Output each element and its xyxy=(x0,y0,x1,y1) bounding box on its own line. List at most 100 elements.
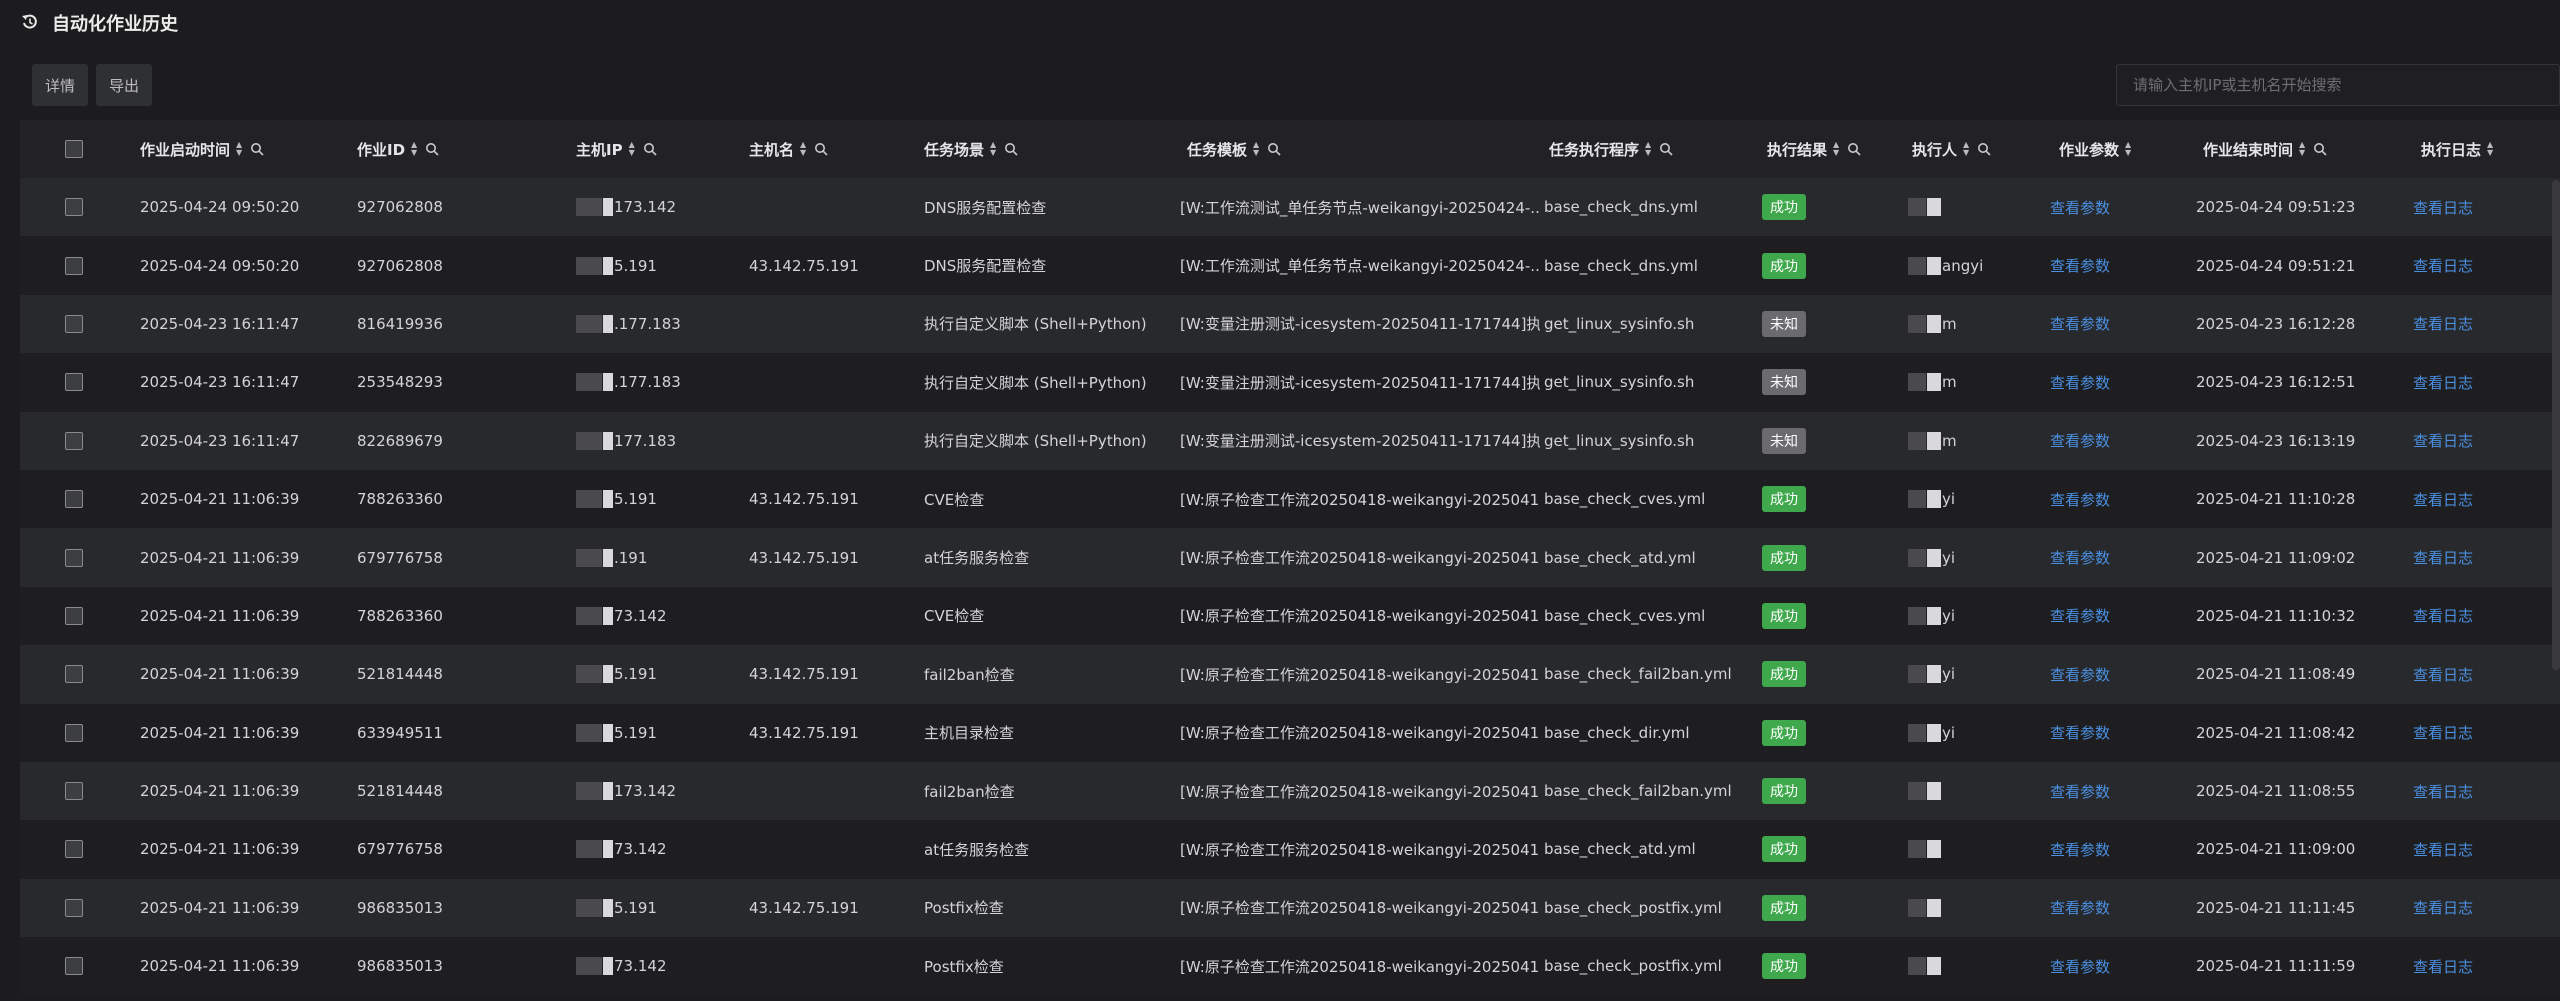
view-log-link[interactable]: 查看日志 xyxy=(2413,664,2473,685)
view-params-link[interactable]: 查看参数 xyxy=(2050,781,2110,802)
table-row[interactable]: 2025-04-24 09:50:20 927062808 5.191 43.142.… xyxy=(20,236,2560,295)
row-checkbox[interactable] xyxy=(65,373,83,392)
view-log-link[interactable]: 查看日志 xyxy=(2413,547,2473,568)
search-icon[interactable] xyxy=(1267,142,1281,156)
cell-template: [W:变量注册测试-icesystem-20250411-171744]执... xyxy=(1180,353,1540,411)
row-checkbox[interactable] xyxy=(65,782,83,801)
view-log-link[interactable]: 查看日志 xyxy=(2413,839,2473,860)
sort-icon[interactable]: ▲ ▼ xyxy=(1253,141,1259,157)
view-log-link[interactable]: 查看日志 xyxy=(2413,956,2473,977)
view-log-link[interactable]: 查看日志 xyxy=(2413,605,2473,626)
search-icon[interactable] xyxy=(425,142,439,156)
select-all-checkbox[interactable] xyxy=(65,140,83,158)
table-row[interactable]: 2025-04-21 11:06:39 679776758 .191 43.142.7… xyxy=(20,528,2560,587)
table-row[interactable]: 2025-04-21 11:06:39 986835013 5.191 43.142.… xyxy=(20,878,2560,938)
view-log-link[interactable]: 查看日志 xyxy=(2413,897,2473,918)
row-checkbox[interactable] xyxy=(65,490,83,509)
detail-button[interactable]: 详情 xyxy=(32,64,88,106)
cell-template: [W:原子检查工作流20250418-weikangyi-2025041... xyxy=(1180,645,1540,703)
cell-program: base_check_cves.yml xyxy=(1544,470,1754,528)
row-checkbox[interactable] xyxy=(65,840,83,859)
search-icon[interactable] xyxy=(2313,142,2327,156)
row-checkbox[interactable] xyxy=(65,431,83,450)
view-params-link[interactable]: 查看参数 xyxy=(2050,839,2110,860)
view-log-link[interactable]: 查看日志 xyxy=(2413,489,2473,510)
view-params-link[interactable]: 查看参数 xyxy=(2050,605,2110,626)
search-icon[interactable] xyxy=(1977,142,1991,156)
table-row[interactable]: 2025-04-21 11:06:39 986835013 73.142 Postfi… xyxy=(20,937,2560,996)
row-checkbox[interactable] xyxy=(65,665,83,684)
search-icon[interactable] xyxy=(643,142,657,156)
table-row[interactable]: 2025-04-23 16:11:47 253548293 .177.183 执行自定… xyxy=(20,353,2560,412)
row-checkbox[interactable] xyxy=(65,256,83,275)
view-log-link[interactable]: 查看日志 xyxy=(2413,781,2473,802)
header-log[interactable]: 执行日志 ▲ ▼ xyxy=(2421,120,2541,178)
export-button[interactable]: 导出 xyxy=(96,64,152,106)
sort-icon[interactable]: ▲ ▼ xyxy=(2299,141,2305,157)
sort-icon[interactable]: ▲ ▼ xyxy=(411,141,417,157)
table-row[interactable]: 2025-04-21 11:06:39 679776758 73.142 at任务服务… xyxy=(20,820,2560,879)
row-checkbox[interactable] xyxy=(65,198,83,217)
search-input[interactable] xyxy=(2116,64,2560,106)
table-row[interactable]: 2025-04-24 09:50:20 927062808 173.142 DNS服务… xyxy=(20,178,2560,237)
table-row[interactable]: 2025-04-21 11:06:39 633949511 5.191 43.142.… xyxy=(20,703,2560,762)
view-params-link[interactable]: 查看参数 xyxy=(2050,547,2110,568)
search-icon[interactable] xyxy=(814,142,828,156)
header-start-time[interactable]: 作业启动时间 ▲ ▼ xyxy=(140,120,340,178)
search-icon[interactable] xyxy=(1659,142,1673,156)
header-job-id[interactable]: 作业ID ▲ ▼ xyxy=(357,120,517,178)
sort-icon[interactable]: ▲ ▼ xyxy=(1645,141,1651,157)
table-row[interactable]: 2025-04-23 16:11:47 816419936 .177.183 执行自定… xyxy=(20,294,2560,354)
table-row[interactable]: 2025-04-21 11:06:39 788263360 73.142 CVE检查 [… xyxy=(20,586,2560,646)
row-checkbox[interactable] xyxy=(65,314,83,333)
row-checkbox[interactable] xyxy=(65,898,83,917)
history-back-icon[interactable] xyxy=(20,12,40,32)
table-row[interactable]: 2025-04-21 11:06:39 788263360 5.191 43.142.… xyxy=(20,469,2560,529)
view-log-link[interactable]: 查看日志 xyxy=(2413,722,2473,743)
header-hostname[interactable]: 主机名 ▲ ▼ xyxy=(749,120,889,178)
header-executor[interactable]: 执行人 ▲ ▼ xyxy=(1912,120,2032,178)
view-log-link[interactable]: 查看日志 xyxy=(2413,430,2473,451)
row-checkbox[interactable] xyxy=(65,957,83,976)
view-log-link[interactable]: 查看日志 xyxy=(2413,313,2473,334)
view-log-link[interactable]: 查看日志 xyxy=(2413,197,2473,218)
view-params-link[interactable]: 查看参数 xyxy=(2050,956,2110,977)
view-params-link[interactable]: 查看参数 xyxy=(2050,372,2110,393)
sort-icon[interactable]: ▲ ▼ xyxy=(1963,141,1969,157)
header-end-time[interactable]: 作业结束时间 ▲ ▼ xyxy=(2203,120,2383,178)
view-params-link[interactable]: 查看参数 xyxy=(2050,313,2110,334)
view-log-link[interactable]: 查看日志 xyxy=(2413,255,2473,276)
table-row[interactable]: 2025-04-23 16:11:47 822689679 177.183 执行自定义… xyxy=(20,411,2560,470)
view-params-link[interactable]: 查看参数 xyxy=(2050,197,2110,218)
vertical-scrollbar[interactable] xyxy=(2552,180,2560,670)
cell-scenario: CVE检查 xyxy=(924,587,1164,645)
header-template[interactable]: 任务模板 ▲ ▼ xyxy=(1187,120,1347,178)
view-params-link[interactable]: 查看参数 xyxy=(2050,664,2110,685)
sort-icon[interactable]: ▲ ▼ xyxy=(2487,141,2493,157)
sort-icon[interactable]: ▲ ▼ xyxy=(236,141,242,157)
view-log-link[interactable]: 查看日志 xyxy=(2413,372,2473,393)
header-scenario[interactable]: 任务场景 ▲ ▼ xyxy=(924,120,1094,178)
search-icon[interactable] xyxy=(250,142,264,156)
row-checkbox[interactable] xyxy=(65,723,83,742)
view-params-link[interactable]: 查看参数 xyxy=(2050,430,2110,451)
search-icon[interactable] xyxy=(1004,142,1018,156)
sort-icon[interactable]: ▲ ▼ xyxy=(2125,141,2131,157)
view-params-link[interactable]: 查看参数 xyxy=(2050,897,2110,918)
header-params[interactable]: 作业参数 ▲ ▼ xyxy=(2059,120,2179,178)
sort-icon[interactable]: ▲ ▼ xyxy=(1833,141,1839,157)
view-params-link[interactable]: 查看参数 xyxy=(2050,489,2110,510)
table-row[interactable]: 2025-04-21 11:06:39 521814448 173.142 fail2… xyxy=(20,761,2560,821)
header-result[interactable]: 执行结果 ▲ ▼ xyxy=(1767,120,1897,178)
header-program[interactable]: 任务执行程序 ▲ ▼ xyxy=(1549,120,1729,178)
sort-icon[interactable]: ▲ ▼ xyxy=(800,141,806,157)
sort-icon[interactable]: ▲ ▼ xyxy=(629,141,635,157)
view-params-link[interactable]: 查看参数 xyxy=(2050,722,2110,743)
view-params-link[interactable]: 查看参数 xyxy=(2050,255,2110,276)
sort-icon[interactable]: ▲ ▼ xyxy=(990,141,996,157)
row-checkbox[interactable] xyxy=(65,606,83,625)
table-row[interactable]: 2025-04-21 11:06:39 521814448 5.191 43.142.… xyxy=(20,645,2560,704)
header-host-ip[interactable]: 主机IP ▲ ▼ xyxy=(576,120,736,178)
row-checkbox[interactable] xyxy=(65,548,83,567)
search-icon[interactable] xyxy=(1847,142,1861,156)
